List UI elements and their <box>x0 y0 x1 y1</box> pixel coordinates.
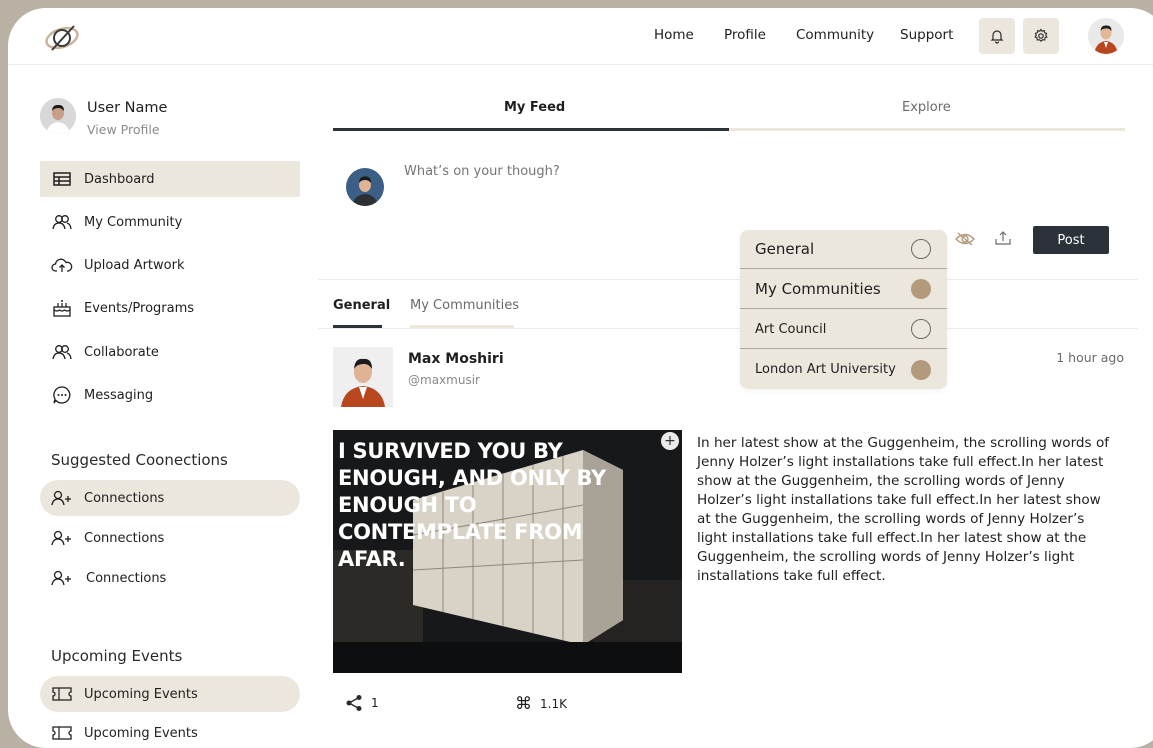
audience-option-my-communities[interactable]: My Communities <box>740 270 947 309</box>
share-button[interactable]: 1 <box>345 694 379 712</box>
reaction-count: 1.1K <box>540 697 567 711</box>
tab-indicator-active <box>333 128 729 131</box>
event-item[interactable]: Upcoming Events <box>40 715 300 748</box>
view-profile-link[interactable]: View Profile <box>87 122 160 137</box>
event-item[interactable]: Upcoming Events <box>40 676 300 712</box>
reaction-button[interactable]: ⌘ 1.1K <box>515 694 567 714</box>
post-author-avatar[interactable] <box>333 347 393 407</box>
audience-option-label: My Communities <box>755 280 881 298</box>
upload-icon[interactable] <box>994 230 1012 246</box>
upcoming-events-title: Upcoming Events <box>51 647 183 665</box>
gear-icon <box>1034 28 1048 42</box>
feed-tabs: My Feed Explore <box>333 65 1125 133</box>
add-to-collection-button[interactable]: + <box>661 432 679 450</box>
event-label: Upcoming Events <box>84 686 198 702</box>
sidebar-item-collaborate[interactable]: Collaborate <box>40 334 300 370</box>
sidebar-item-events-programs[interactable]: Events/Programs <box>40 290 300 326</box>
divider <box>318 328 1138 329</box>
post-author-handle: @maxmusir <box>408 373 480 387</box>
sidebar-item-label: Events/Programs <box>84 300 195 316</box>
app-window: Home Profile Community Support User Name… <box>8 8 1153 748</box>
nav-home[interactable]: Home <box>654 27 694 43</box>
sidebar-item-messaging[interactable]: Messaging <box>40 377 300 413</box>
tab-general[interactable]: General <box>333 298 390 313</box>
radio-selected-icon <box>911 279 931 299</box>
post-image-caption: I SURVIVED YOU BY ENOUGH, AND ONLY BY EN… <box>338 439 606 571</box>
radio-unselected-icon <box>911 239 931 259</box>
sidebar-item-label: Messaging <box>84 387 154 403</box>
nav-support[interactable]: Support <box>900 27 953 43</box>
ticket-icon <box>51 683 73 705</box>
share-count: 1 <box>371 696 379 710</box>
connection-label: Connections <box>84 530 165 546</box>
user-avatar-top[interactable] <box>1088 18 1124 54</box>
cake-icon <box>51 297 73 319</box>
visibility-eye-icon[interactable] <box>955 231 975 247</box>
sidebar-item-label: Upload Artwork <box>84 257 185 273</box>
suggested-connections-title: Suggested Coonections <box>51 451 228 469</box>
connection-item[interactable]: Connections <box>40 560 300 596</box>
audience-option-london-art-university[interactable]: London Art University <box>740 350 947 389</box>
post-composer-input[interactable] <box>404 164 904 179</box>
command-icon: ⌘ <box>515 694 532 714</box>
people-icon <box>51 211 73 233</box>
audience-option-label: Art Council <box>755 321 827 337</box>
sidebar-item-dashboard[interactable]: Dashboard <box>40 161 300 197</box>
cloud-upload-icon <box>51 254 73 276</box>
audience-option-label: General <box>755 240 815 258</box>
share-icon <box>346 695 362 711</box>
sidebar: User Name View Profile Dashboard My Comm… <box>8 65 318 748</box>
post-timestamp: 1 hour ago <box>1056 350 1124 365</box>
sidebar-item-label: Collaborate <box>84 344 159 360</box>
settings-button[interactable] <box>1023 18 1059 54</box>
dashboard-icon <box>51 168 73 190</box>
connection-label: Connections <box>84 490 165 506</box>
tab-my-communities[interactable]: My Communities <box>410 298 519 313</box>
audience-option-art-council[interactable]: Art Council <box>740 310 947 349</box>
sidebar-item-my-community[interactable]: My Community <box>40 204 300 240</box>
post-button[interactable]: Post <box>1033 226 1109 254</box>
logo-icon[interactable] <box>38 20 86 52</box>
audience-dropdown: General My Communities Art Council Londo… <box>740 230 947 389</box>
nav-community[interactable]: Community <box>796 27 874 43</box>
sidebar-item-label: Dashboard <box>84 171 155 187</box>
sidebar-item-upload-artwork[interactable]: Upload Artwork <box>40 247 300 283</box>
post-body: In her latest show at the Guggenheim, th… <box>697 435 1110 584</box>
radio-selected-icon <box>911 359 931 380</box>
tab-indicator-inactive <box>729 128 1125 131</box>
notifications-button[interactable] <box>979 18 1015 54</box>
sidebar-item-label: My Community <box>84 214 183 230</box>
add-user-icon <box>51 487 73 509</box>
chat-icon <box>51 384 73 406</box>
ticket-icon <box>51 722 73 744</box>
post-author-name[interactable]: Max Moshiri <box>408 351 504 367</box>
add-user-icon <box>51 527 73 549</box>
nav-profile[interactable]: Profile <box>724 27 766 43</box>
bell-icon <box>990 30 1004 44</box>
connection-label: Connections <box>86 570 167 586</box>
add-user-icon <box>51 567 73 589</box>
radio-unselected-icon <box>911 319 931 339</box>
audience-option-label: London Art University <box>755 362 896 377</box>
connection-item[interactable]: Connections <box>40 480 300 516</box>
tab-explore[interactable]: Explore <box>902 100 951 115</box>
audience-option-general[interactable]: General <box>740 230 947 269</box>
connection-item[interactable]: Connections <box>40 520 300 556</box>
top-bar: Home Profile Community Support <box>8 8 1153 65</box>
divider <box>318 279 1138 280</box>
avatar[interactable] <box>40 98 76 134</box>
post-image[interactable]: I SURVIVED YOU BY ENOUGH, AND ONLY BY EN… <box>333 430 682 673</box>
people-icon <box>51 341 73 363</box>
tab-my-feed[interactable]: My Feed <box>504 100 565 115</box>
composer-avatar <box>346 168 384 206</box>
user-name: User Name <box>87 100 168 116</box>
